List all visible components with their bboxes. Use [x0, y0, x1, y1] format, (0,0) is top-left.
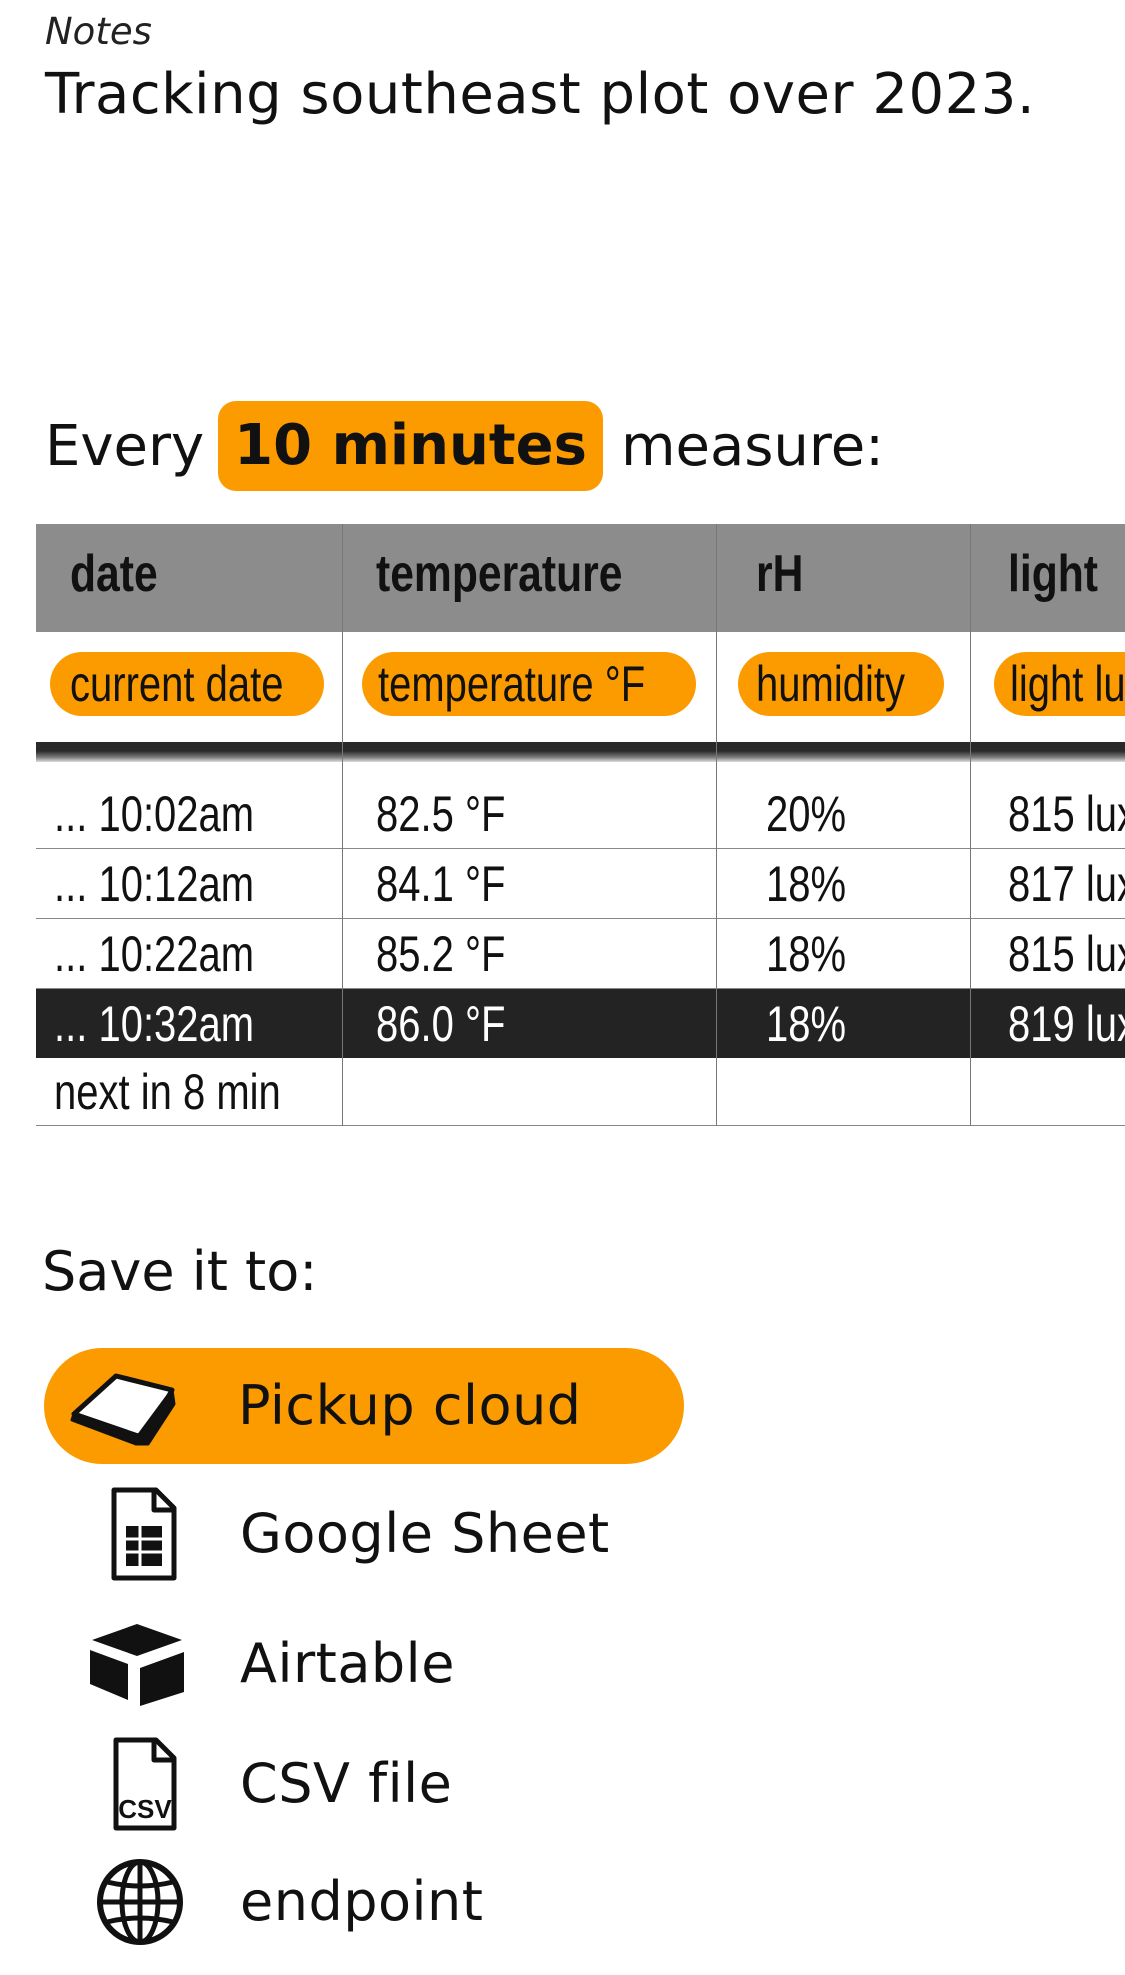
interval-prefix: Every [45, 413, 205, 479]
save-label: Save it to: [42, 1240, 318, 1303]
cell-temperature: 84.1 °F [376, 856, 506, 912]
field-pill-humidity-label: humidity [756, 656, 905, 712]
column-divider [716, 524, 717, 1126]
destination-google-sheet[interactable]: Google Sheet [44, 1476, 684, 1592]
cell-date: ... 10:12am [54, 856, 255, 912]
interval-row: Every 10 minutes measure: [45, 400, 884, 492]
airtable-icon [82, 1614, 192, 1714]
destination-label: endpoint [240, 1870, 484, 1933]
notes-text[interactable]: Tracking southeast plot over 2023. [45, 62, 1035, 127]
cell-date: ... 10:02am [54, 786, 255, 842]
destination-label: CSV file [240, 1752, 453, 1815]
field-pill-date-label: current date [70, 656, 284, 712]
destination-csv-file[interactable]: CSV CSV file [44, 1726, 684, 1842]
column-header-light[interactable]: light [1008, 524, 1098, 632]
cloud-device-icon [68, 1356, 178, 1456]
cell-light: 815 lux [1008, 786, 1125, 842]
globe-icon [90, 1852, 190, 1952]
field-pill-temperature-label: temperature °F [378, 656, 646, 712]
cell-light: 815 lux [1008, 926, 1125, 982]
cell-humidity: 18% [766, 856, 847, 912]
interval-pill[interactable]: 10 minutes [218, 401, 603, 491]
cell-temperature: 86.0 °F [376, 996, 506, 1052]
measurements-table: date temperature rH light current date t… [36, 524, 1125, 1126]
cell-humidity: 20% [766, 786, 847, 842]
row-divider [36, 918, 1125, 919]
field-pill-light-label: light lux [1010, 656, 1125, 712]
field-pill-light[interactable]: light lux [994, 652, 1125, 716]
svg-text:CSV: CSV [118, 1794, 172, 1824]
google-sheet-icon [94, 1484, 194, 1584]
field-pill-temperature[interactable]: temperature °F [362, 652, 696, 716]
destination-label: Google Sheet [240, 1502, 610, 1565]
field-pill-date[interactable]: current date [50, 652, 324, 716]
header-separator [36, 742, 1125, 762]
field-pill-humidity[interactable]: humidity [738, 652, 944, 716]
notes-label: Notes [45, 10, 152, 53]
cell-date: ... 10:32am [54, 996, 255, 1052]
cell-light: 819 lux [1008, 996, 1125, 1052]
column-header-temperature[interactable]: temperature [376, 524, 622, 632]
cell-humidity: 18% [766, 926, 847, 982]
destination-pickup-cloud[interactable]: Pickup cloud [44, 1348, 684, 1464]
csv-file-icon: CSV [94, 1734, 194, 1834]
next-reading-label: next in 8 min [54, 1064, 281, 1120]
cell-temperature: 85.2 °F [376, 926, 506, 982]
row-divider [36, 988, 1125, 989]
column-divider [342, 524, 343, 1126]
destination-endpoint[interactable]: endpoint [44, 1844, 684, 1960]
interval-suffix: measure: [620, 413, 885, 479]
destination-label: Pickup cloud [238, 1374, 582, 1437]
cell-date: ... 10:22am [54, 926, 255, 982]
cell-humidity: 18% [766, 996, 847, 1052]
destination-label: Airtable [240, 1632, 455, 1695]
destination-airtable[interactable]: Airtable [44, 1606, 684, 1722]
column-divider [970, 524, 971, 1126]
row-divider [36, 848, 1125, 849]
column-header-date[interactable]: date [70, 524, 158, 632]
cell-temperature: 82.5 °F [376, 786, 506, 842]
cell-light: 817 lux [1008, 856, 1125, 912]
column-header-rh[interactable]: rH [756, 524, 803, 632]
